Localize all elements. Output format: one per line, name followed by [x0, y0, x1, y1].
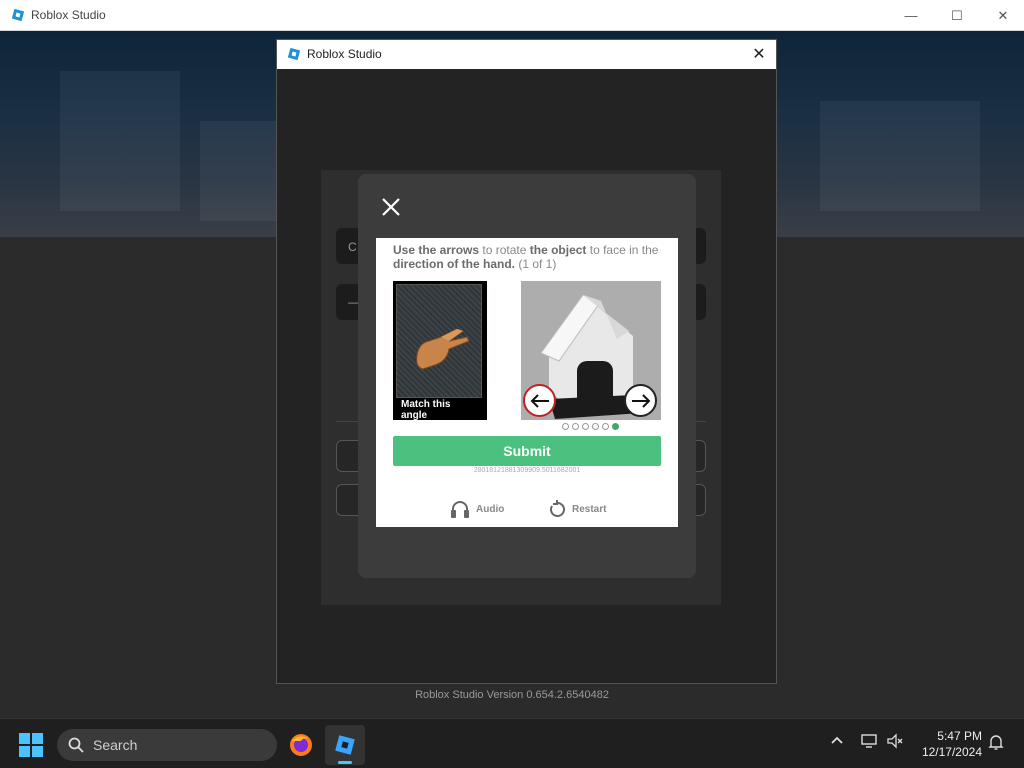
minimize-icon: —: [904, 8, 918, 23]
close-icon: ✕: [997, 7, 1009, 23]
dialog-title: Roblox Studio: [307, 47, 382, 61]
minimize-button[interactable]: —: [888, 0, 934, 31]
app-title: Roblox Studio: [31, 8, 106, 22]
headphones-icon: [451, 501, 469, 518]
username-field-text: C: [348, 240, 357, 254]
restart-icon: [550, 500, 565, 517]
system-clock[interactable]: 5:47 PM 12/17/2024: [912, 728, 982, 760]
clock-time: 5:47 PM: [937, 729, 982, 743]
instruction-bold-3: direction of the hand.: [393, 257, 515, 271]
close-icon: ✕: [752, 46, 766, 63]
notification-bell-icon[interactable]: [988, 733, 1004, 751]
roblox-studio-logo: [287, 47, 301, 61]
submit-button[interactable]: Submit: [393, 436, 661, 466]
restart-label: Restart: [572, 503, 607, 515]
search-placeholder: Search: [93, 737, 138, 753]
firefox-icon: [290, 734, 312, 756]
chevron-up-icon[interactable]: [830, 733, 844, 747]
progress-dots: [562, 423, 619, 430]
roblox-studio-logo: [11, 8, 25, 22]
close-icon[interactable]: [378, 194, 404, 220]
progress-dot: [612, 423, 619, 430]
audio-button[interactable]: Audio: [450, 500, 504, 518]
clock-date: 12/17/2024: [921, 745, 982, 759]
instruction-bold-1: Use the arrows: [393, 243, 480, 257]
maximize-icon: ☐: [951, 7, 963, 23]
studio-version: Roblox Studio Version 0.654.2.6540482: [415, 689, 609, 701]
search-icon: [68, 737, 84, 753]
restart-button[interactable]: Restart: [548, 500, 606, 518]
dialog-titlebar: Roblox Studio ✕: [277, 40, 776, 69]
taskbar-firefox[interactable]: [281, 725, 321, 765]
hand-image: [396, 284, 482, 398]
pointing-hand-icon: [416, 328, 470, 370]
taskbar-roblox-studio[interactable]: [325, 725, 365, 765]
maximize-button[interactable]: ☐: [934, 0, 980, 31]
windows-start-button[interactable]: [19, 733, 43, 757]
roblox-studio-icon: [335, 735, 355, 755]
app-titlebar: Roblox Studio — ☐ ✕: [0, 0, 1024, 31]
rotating-object-panel: [521, 281, 661, 420]
progress-dot: [562, 423, 569, 430]
session-id: 28018121881309909.5011682001: [473, 467, 581, 474]
reference-caption: Match this angle: [401, 399, 451, 421]
instruction-bold-2: the object: [529, 243, 587, 257]
dialog-close-button[interactable]: ✕: [748, 43, 770, 65]
progress-dot: [582, 423, 589, 430]
arrow-right-icon: [631, 393, 650, 408]
instruction-text-2: to face in the: [586, 243, 659, 257]
captcha-instructions: Use the arrows to rotate the object to f…: [393, 243, 663, 271]
close-window-button[interactable]: ✕: [980, 0, 1024, 31]
network-icon[interactable]: [860, 733, 878, 749]
volume-muted-icon[interactable]: [886, 733, 904, 749]
captcha-modal: Use the arrows to rotate the object to f…: [358, 174, 696, 578]
taskbar: Search 5:47 PM 12/17/2024: [0, 718, 1024, 768]
arrow-left-icon: [530, 393, 549, 408]
instruction-text-1: to rotate: [479, 243, 530, 257]
audio-label: Audio: [476, 503, 505, 515]
progress-dot: [572, 423, 579, 430]
captcha-challenge: Use the arrows to rotate the object to f…: [376, 238, 678, 527]
progress-dot: [602, 423, 609, 430]
taskbar-search[interactable]: Search: [57, 729, 277, 761]
reference-hand-panel: Match this angle: [393, 281, 487, 421]
windows-logo-icon: [19, 733, 30, 744]
progress-dot: [592, 423, 599, 430]
rotate-right-button[interactable]: [624, 384, 657, 417]
instruction-counter: (1 of 1): [515, 257, 557, 271]
rotate-left-button[interactable]: [523, 384, 556, 417]
